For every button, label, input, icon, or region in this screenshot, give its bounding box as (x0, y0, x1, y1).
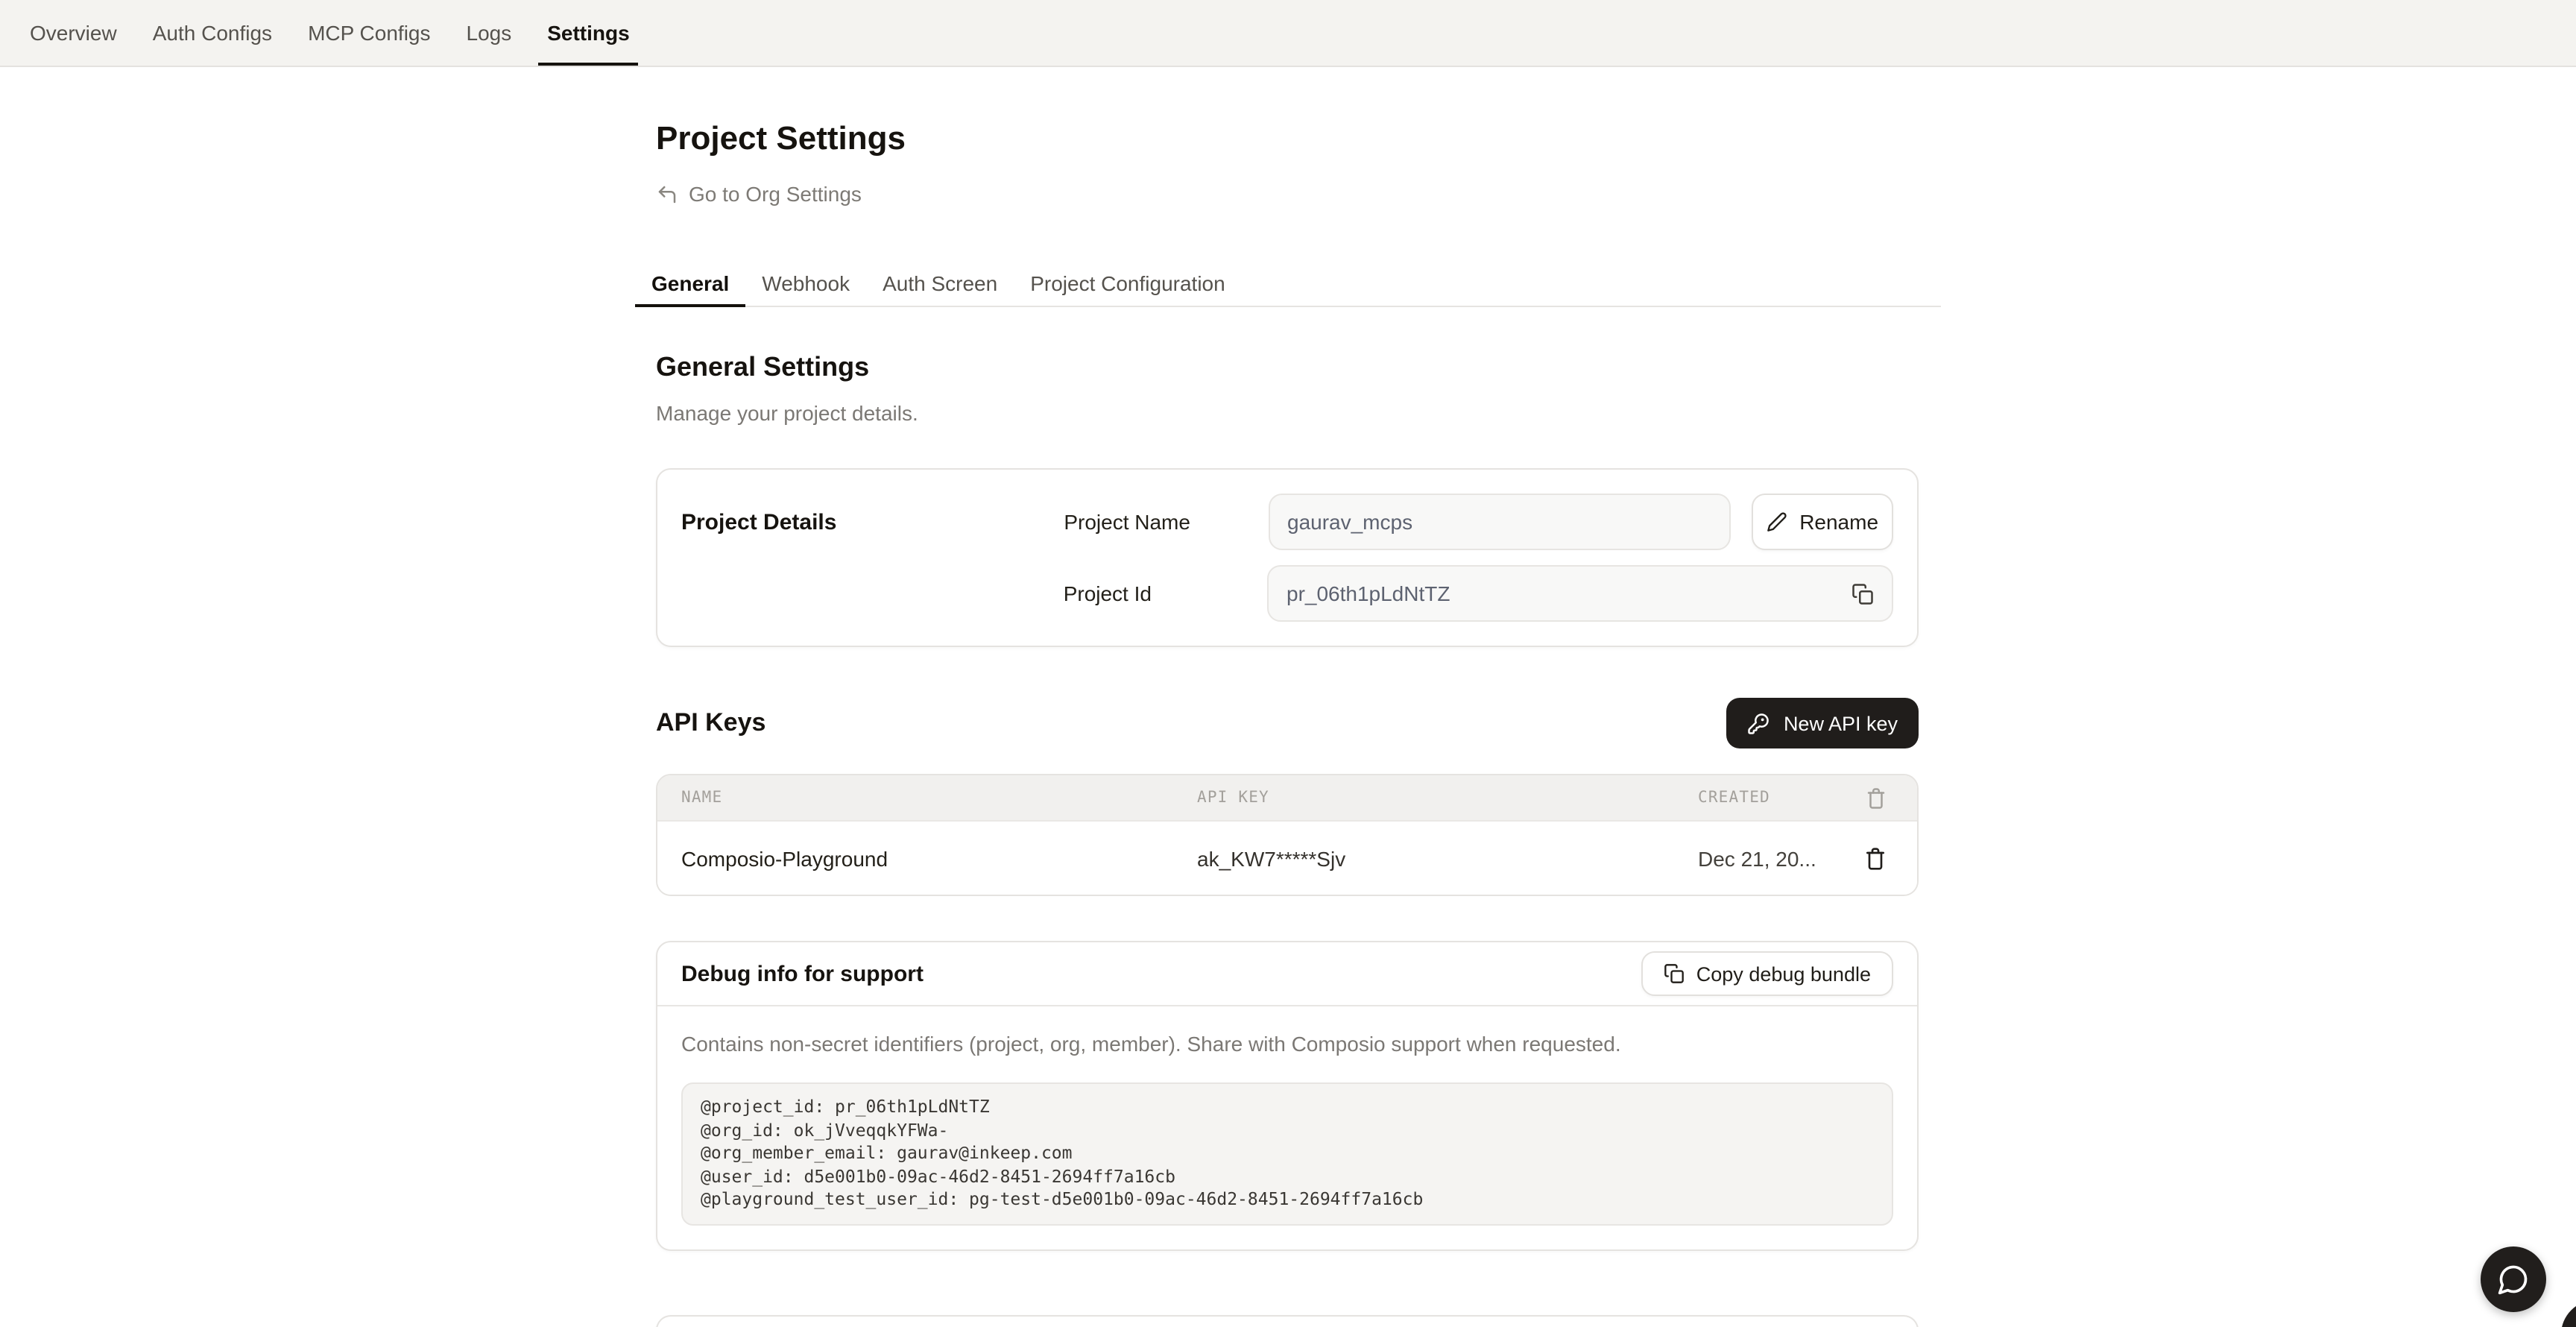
general-settings-heading: General Settings (656, 349, 1919, 385)
debug-description: Contains non-secret identifiers (project… (681, 1030, 1893, 1059)
top-nav: Overview Auth Configs MCP Configs Logs S… (0, 0, 2576, 67)
nav-item-overview[interactable]: Overview (12, 0, 135, 66)
tab-auth-screen[interactable]: Auth Screen (866, 268, 1014, 306)
code-line: @org_id: ok_jVveqqkYFWa- (701, 1119, 1874, 1142)
code-line: @project_id: pr_06th1pLdNtTZ (701, 1096, 1874, 1119)
project-name-input[interactable] (1268, 494, 1731, 550)
tab-general[interactable]: General (635, 268, 745, 306)
copy-icon (1664, 963, 1685, 984)
code-line: @org_member_email: gaurav@inkeep.com (701, 1142, 1874, 1165)
column-header-created: CREATED (1674, 789, 1834, 807)
nav-item-auth-configs[interactable]: Auth Configs (135, 0, 290, 66)
main-content: Project Settings Go to Org Settings Gene… (635, 67, 1941, 1327)
back-link-label: Go to Org Settings (689, 180, 862, 209)
go-to-org-settings-link[interactable]: Go to Org Settings (656, 180, 862, 209)
copy-icon (1851, 582, 1873, 605)
copy-project-id-button[interactable] (1846, 577, 1878, 610)
api-key-created: Dec 21, 20... (1674, 846, 1834, 870)
nav-item-logs[interactable]: Logs (449, 0, 530, 66)
trash-icon (1864, 787, 1887, 809)
rename-button[interactable]: Rename (1752, 494, 1893, 550)
rename-button-label: Rename (1799, 510, 1878, 534)
general-settings-subheading: Manage your project details. (656, 400, 1919, 428)
project-id-label: Project Id (1064, 581, 1267, 605)
project-details-title: Project Details (681, 509, 1064, 535)
api-keys-table: NAME API KEY CREATED Composio-Playground… (656, 774, 1919, 896)
trash-icon (1863, 846, 1887, 870)
delete-key-button[interactable] (1854, 837, 1896, 879)
new-api-key-label: New API key (1784, 712, 1898, 734)
tab-project-configuration[interactable]: Project Configuration (1014, 268, 1242, 306)
corner-widget-partial (2561, 1300, 2576, 1327)
api-keys-heading: API Keys (656, 708, 765, 738)
project-details-card: Project Details Project Name Rename Proj… (656, 468, 1919, 647)
debug-card-title: Debug info for support (681, 961, 924, 986)
corner-up-left-icon (656, 183, 678, 206)
nav-item-mcp-configs[interactable]: MCP Configs (290, 0, 448, 66)
project-id-input[interactable] (1267, 565, 1893, 622)
api-key-name: Composio-Playground (657, 846, 1173, 870)
delete-all-keys-button[interactable] (1854, 777, 1896, 819)
chat-launcher-button[interactable] (2481, 1246, 2546, 1312)
api-key-row: Composio-Playground ak_KW7*****Sjv Dec 2… (657, 820, 1917, 895)
pencil-icon (1767, 511, 1787, 532)
key-icon (1748, 712, 1770, 734)
debug-code-block: @project_id: pr_06th1pLdNtTZ@org_id: ok_… (681, 1082, 1893, 1226)
page-title: Project Settings (656, 118, 1941, 160)
new-api-key-button[interactable]: New API key (1727, 698, 1919, 748)
project-settings-page: Overview Auth Configs MCP Configs Logs S… (0, 0, 2576, 1327)
column-header-api-key: API KEY (1173, 789, 1674, 807)
api-key-value: ak_KW7*****Sjv (1173, 846, 1674, 870)
chat-bubble-icon (2497, 1263, 2530, 1296)
settings-tabs: General Webhook Auth Screen Project Conf… (635, 268, 1941, 307)
code-line: @playground_test_user_id: pg-test-d5e001… (701, 1189, 1874, 1212)
api-keys-table-header: NAME API KEY CREATED (657, 775, 1917, 820)
copy-debug-bundle-button[interactable]: Copy debug bundle (1641, 951, 1893, 996)
copy-debug-bundle-label: Copy debug bundle (1696, 962, 1871, 985)
tab-webhook[interactable]: Webhook (745, 268, 866, 306)
project-name-label: Project Name (1064, 510, 1268, 534)
nav-item-settings[interactable]: Settings (529, 0, 647, 66)
code-line: @user_id: d5e001b0-09ac-46d2-8451-2694ff… (701, 1166, 1874, 1189)
next-section-card-partial (656, 1315, 1919, 1327)
debug-info-card: Debug info for support Copy debug bundle… (656, 941, 1919, 1251)
column-header-name: NAME (657, 789, 1173, 807)
